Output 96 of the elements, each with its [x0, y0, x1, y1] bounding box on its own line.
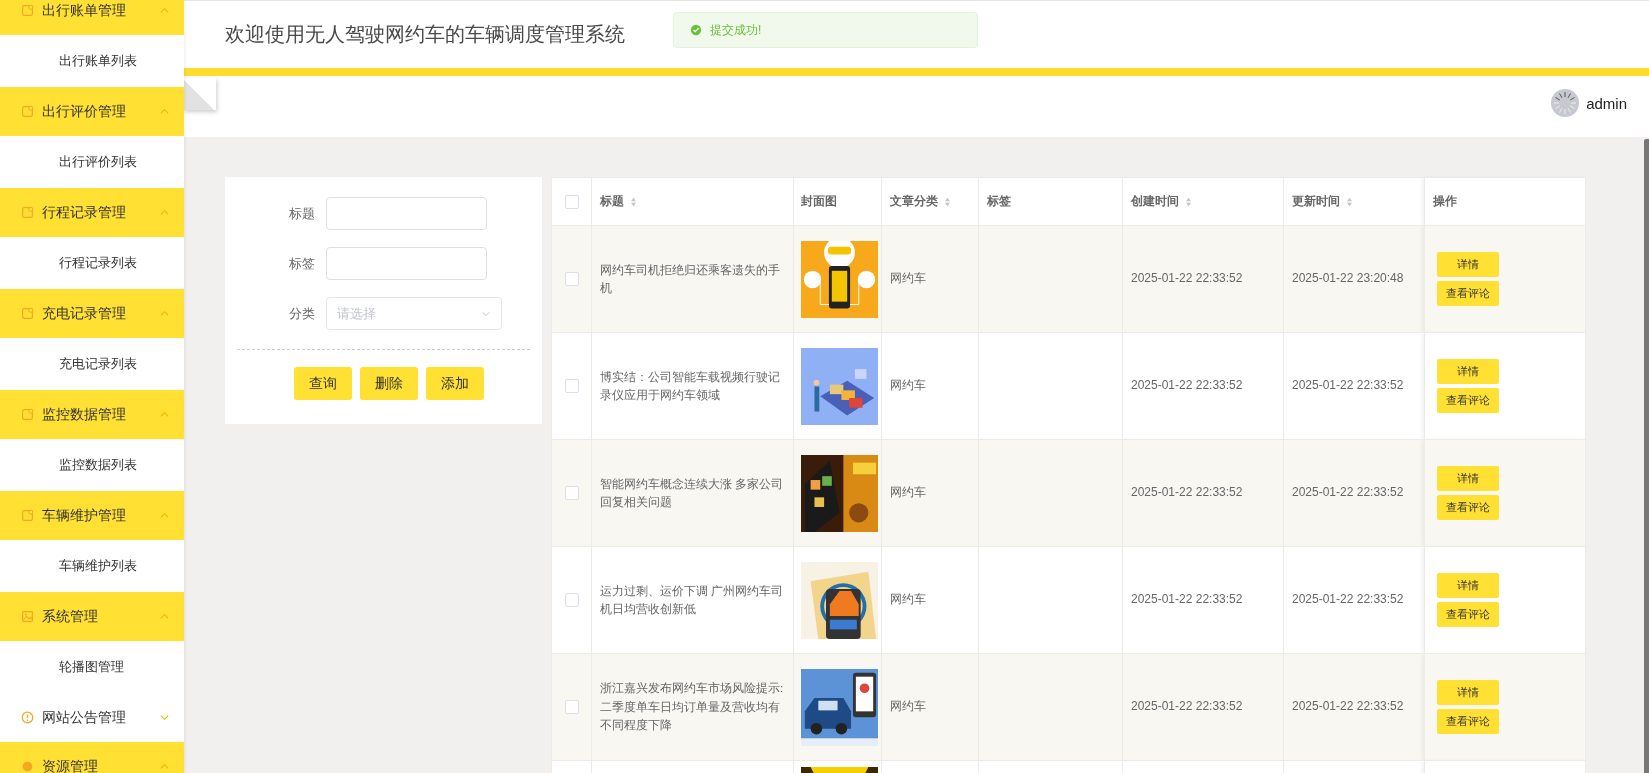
menu-group[interactable]: 出行评价管理: [0, 87, 184, 136]
table-cell: 网约车: [881, 653, 979, 761]
menu-group[interactable]: 行程记录管理: [0, 188, 184, 237]
menu-item[interactable]: 行程记录列表: [0, 237, 184, 289]
avatar-icon[interactable]: [1550, 88, 1581, 118]
note-icon: [21, 408, 34, 421]
chevron-up-icon: [159, 5, 170, 16]
table-cell: 2025-01-22 22:33:52: [1122, 439, 1284, 547]
chevron-up-icon: [159, 510, 170, 521]
table-cell: 博实结：公司智能车载视频行驶记录仪应用于网约车领域: [591, 332, 794, 440]
check-circle-icon: [690, 24, 702, 36]
chevron-up-icon: [159, 761, 170, 772]
menu-group[interactable]: 车辆维护管理: [0, 491, 184, 540]
note-icon: [21, 206, 34, 219]
column-header[interactable]: 创建时间: [1131, 194, 1179, 208]
field-label: 标题: [288, 204, 316, 223]
chevron-up-icon: [159, 106, 170, 117]
table-cell: 网约车: [881, 225, 979, 333]
column-header[interactable]: 标题: [600, 195, 624, 207]
chevron-up-icon: [159, 207, 170, 218]
table-cell: 2025-01-22 23:20:48: [1283, 225, 1425, 333]
menu-group[interactable]: 网站公告管理: [0, 693, 184, 742]
action-button[interactable]: 查看评论: [1437, 388, 1499, 413]
action-button[interactable]: 详情: [1437, 680, 1499, 705]
sort-icon[interactable]: [944, 196, 951, 207]
sort-icon[interactable]: [1346, 196, 1353, 207]
menu-item[interactable]: 出行评价列表: [0, 136, 184, 188]
checkbox[interactable]: [564, 700, 579, 715]
note-icon: [21, 307, 34, 320]
table-cell: 2025-01-22 22:33:52: [1283, 546, 1425, 654]
dot-icon: [21, 760, 34, 773]
table-cell: 2025-01-22 22:33:52: [1122, 653, 1284, 761]
input-field[interactable]: [326, 197, 487, 230]
sort-icon[interactable]: [630, 196, 637, 207]
checkbox[interactable]: [564, 272, 579, 287]
column-header[interactable]: 标签: [987, 194, 1011, 208]
table-cell: 网约车: [881, 546, 979, 654]
action-button[interactable]: 详情: [1437, 573, 1499, 598]
table-cell: 网约车司机拒绝归还乘客遗失的手机: [591, 225, 794, 333]
table-cell: 2025-01-22 22:33:52: [1283, 332, 1425, 440]
menu-item[interactable]: 车辆维护列表: [0, 540, 184, 592]
table-cell: 2025-01-22 22:33:52: [1122, 332, 1284, 440]
form-button[interactable]: 删除: [359, 367, 418, 400]
page-title: 欢迎使用无人驾驶网约车的车辆调度管理系统: [225, 22, 625, 47]
table-cell: 2025-01-22 22:33:52: [1283, 653, 1425, 761]
menu-item[interactable]: 充电记录列表: [0, 338, 184, 390]
menu-group[interactable]: 资源管理: [0, 742, 184, 773]
checkbox[interactable]: [564, 486, 579, 501]
table-cell: 网约车: [881, 332, 979, 440]
table-cell: 2025-01-22 22:33:52: [1122, 225, 1284, 333]
table-cell: 网约车: [881, 439, 979, 547]
action-button[interactable]: 查看评论: [1437, 709, 1499, 734]
checkbox[interactable]: [564, 379, 579, 394]
field-label: 分类: [288, 304, 316, 323]
menu-group[interactable]: 监控数据管理: [0, 390, 184, 439]
action-button[interactable]: 详情: [1437, 252, 1499, 277]
action-button[interactable]: 详情: [1437, 359, 1499, 384]
sort-icon[interactable]: [1185, 196, 1192, 207]
table-cell: 运力过剩、运价下调 广州网约车司机日均营收创新低: [591, 546, 794, 654]
action-button[interactable]: 查看评论: [1437, 602, 1499, 627]
corner-fold-icon[interactable]: [184, 78, 216, 110]
menu-item[interactable]: 轮播图管理: [0, 641, 184, 693]
image-icon: [21, 610, 34, 623]
field-label: 标签: [288, 254, 316, 273]
action-button[interactable]: 详情: [1437, 466, 1499, 491]
table-cell: 智能网约车概念连续大涨 多家公司回复相关问题: [591, 439, 794, 547]
table-cell: 2025-01-22 22:33:52: [1122, 546, 1284, 654]
table-cell: 2025-01-22 22:33:52: [1283, 439, 1425, 547]
table-cell: 浙江嘉兴发布网约车市场风险提示: 二季度单车日均订单量及营收均有不同程度下降: [591, 653, 794, 761]
form-button[interactable]: 添加: [425, 367, 484, 400]
column-header[interactable]: 文章分类: [890, 194, 938, 208]
menu-group[interactable]: 出行账单管理: [0, 0, 184, 35]
note-icon: [21, 4, 34, 17]
column-header[interactable]: 操作: [1433, 194, 1457, 208]
scrollbar[interactable]: [1644, 139, 1649, 773]
column-header[interactable]: 封面图: [801, 194, 837, 208]
chevron-up-icon: [159, 308, 170, 319]
menu-group[interactable]: 充电记录管理: [0, 289, 184, 338]
menu-group[interactable]: 系统管理: [0, 592, 184, 641]
menu-item[interactable]: 监控数据列表: [0, 439, 184, 491]
column-header[interactable]: 更新时间: [1292, 194, 1340, 208]
checkbox[interactable]: [564, 194, 579, 209]
toast-text: 提交成功!: [710, 21, 762, 39]
action-button[interactable]: 查看评论: [1437, 495, 1499, 520]
user-name[interactable]: admin: [1586, 94, 1627, 112]
form-button[interactable]: 查询: [293, 367, 352, 400]
input-field[interactable]: [326, 247, 487, 280]
action-button[interactable]: 查看评论: [1437, 281, 1499, 306]
chevron-up-icon: [159, 409, 170, 420]
note-icon: [21, 105, 34, 118]
menu-item[interactable]: 出行账单列表: [0, 35, 184, 87]
checkbox[interactable]: [564, 593, 579, 608]
note-icon: [21, 509, 34, 522]
chevron-down-icon: [159, 712, 170, 723]
chevron-up-icon: [159, 611, 170, 622]
alert-icon: [21, 711, 34, 724]
